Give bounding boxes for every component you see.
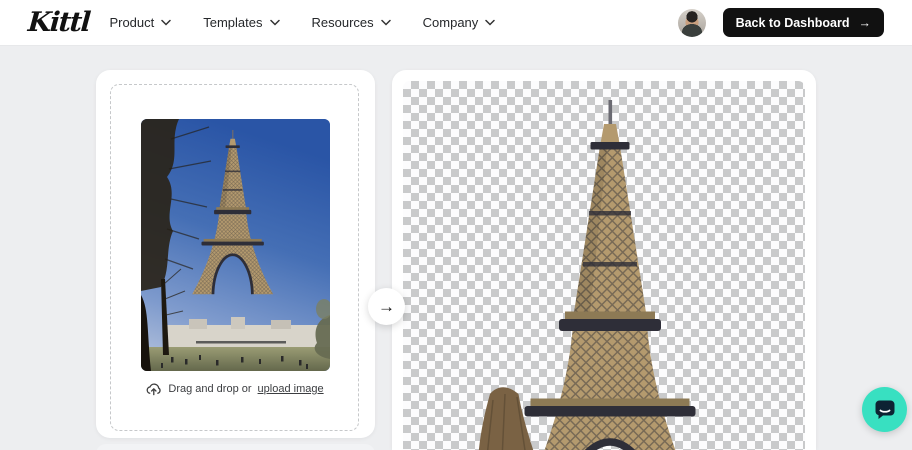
- nav-item-label: Company: [422, 15, 479, 30]
- upload-card: Drag and drop or upload image: [96, 70, 375, 438]
- back-to-dashboard-label: Back to Dashboard: [735, 15, 850, 30]
- nav-menu: Product Templates Resources Company: [109, 15, 496, 30]
- original-image: [141, 119, 330, 371]
- page: Kittl Product Templates Resources Compan…: [0, 0, 912, 450]
- nav-right: Back to Dashboard →: [677, 8, 884, 37]
- kittl-logo[interactable]: Kittl: [27, 7, 91, 38]
- chat-bubble-icon: [875, 400, 894, 419]
- chevron-down-icon: [380, 19, 391, 26]
- next-upload-card-edge: [96, 444, 375, 450]
- upload-hint: Drag and drop or upload image: [111, 381, 358, 397]
- chevron-down-icon: [161, 19, 171, 26]
- transparency-checkerboard: [403, 81, 805, 450]
- cloud-upload-icon: [146, 383, 162, 396]
- process-arrow-button[interactable]: →: [368, 288, 405, 325]
- nav-item-templates[interactable]: Templates: [203, 15, 280, 30]
- chevron-down-icon: [269, 19, 280, 26]
- nav-item-label: Product: [109, 15, 155, 30]
- drag-drop-text: Drag and drop or: [168, 383, 252, 395]
- arrow-right-icon: →: [378, 296, 395, 316]
- nav-item-product[interactable]: Product: [109, 15, 171, 30]
- upload-dropzone[interactable]: Drag and drop or upload image: [110, 84, 359, 431]
- chat-launcher-button[interactable]: [862, 387, 907, 432]
- upload-image-link[interactable]: upload image: [258, 383, 324, 395]
- chevron-down-icon: [485, 19, 496, 26]
- back-to-dashboard-button[interactable]: Back to Dashboard →: [722, 8, 884, 37]
- nav-item-company[interactable]: Company: [423, 15, 496, 30]
- arrow-right-icon: →: [858, 15, 872, 30]
- nav-item-resources[interactable]: Resources: [312, 15, 391, 30]
- nav-item-label: Templates: [203, 15, 263, 30]
- nav-item-label: Resources: [311, 15, 374, 30]
- top-nav: Kittl Product Templates Resources Compan…: [0, 0, 912, 46]
- result-card: [392, 70, 816, 450]
- eiffel-photo-illustration: [141, 119, 330, 371]
- eiffel-cutout-illustration: [478, 100, 760, 450]
- user-avatar[interactable]: [677, 8, 706, 37]
